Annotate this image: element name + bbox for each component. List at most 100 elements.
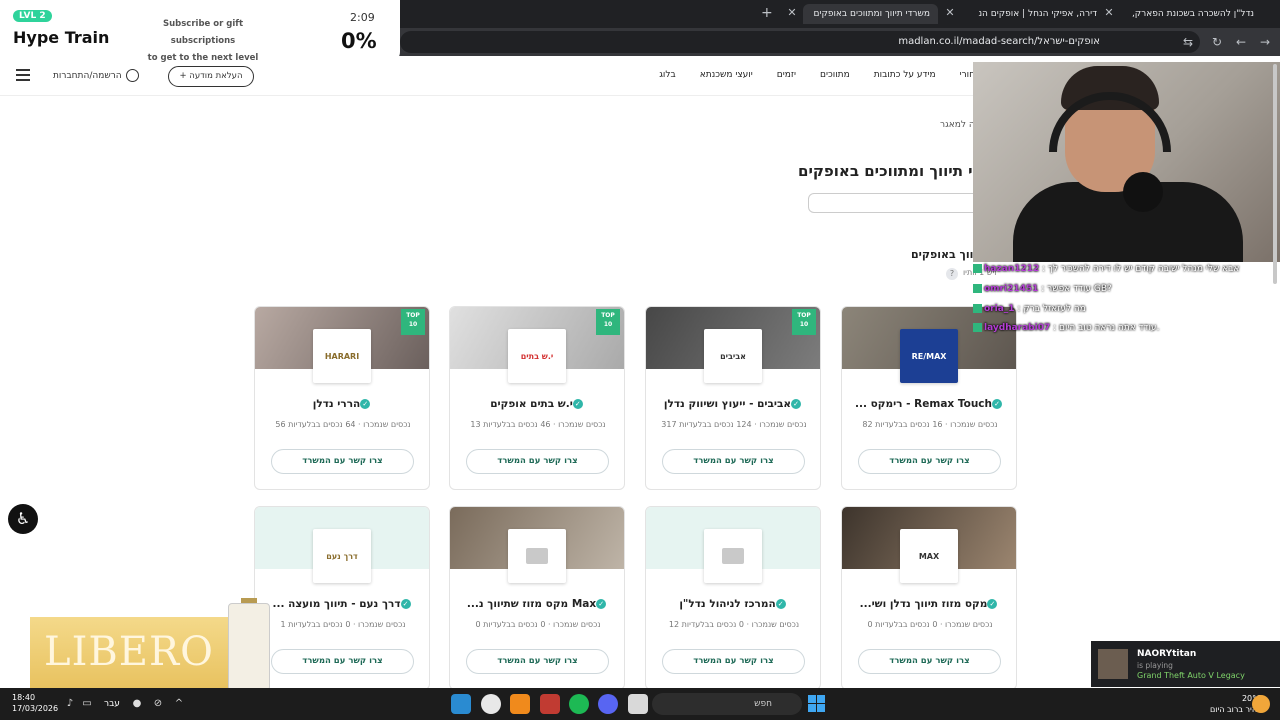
nav-item[interactable]: יועצי משכנתא [700, 70, 753, 80]
chat-message: omri21451 : עודד אפשר GB? [973, 284, 1112, 294]
briefcase-icon [704, 529, 762, 583]
card-name[interactable]: ✓Remax Touch - רימקס ... [842, 398, 1016, 410]
telegram-icon[interactable] [451, 694, 471, 714]
address-bar[interactable]: madlan.co.il/madad-search/אופקים-ישראל [400, 31, 1200, 53]
browser-tab[interactable]: נדל"ן להשכרה בשכונת הפארק, [1124, 4, 1254, 24]
card-name[interactable]: ✓דרך נעם - תיווך מועצה ... [255, 598, 429, 610]
contact-office-button[interactable]: צרו קשר עם המשרד [466, 449, 609, 474]
briefcase-icon [508, 529, 566, 583]
url-text: madlan.co.il/madad-search/אופקים-ישראל [898, 36, 1100, 47]
nav-item[interactable]: מידע על כתובות [874, 70, 936, 80]
back-icon[interactable]: ← [1234, 35, 1248, 49]
breadcrumb[interactable]: ה למאגר [940, 120, 975, 130]
verified-icon: ✓ [992, 399, 1002, 409]
language-indicator[interactable]: עבר [104, 699, 120, 709]
taskbar-clock[interactable]: 18:40 17/03/2026 [12, 692, 58, 714]
card-stats: 56 נכסים שנמכרו · 64 נכסים בבלעדיות [275, 420, 411, 429]
tune-icon[interactable]: ⇆ [1181, 35, 1195, 49]
chevron-up-icon[interactable]: ^ [173, 698, 185, 710]
agency-card[interactable]: TOP 10 י.ש בתים ✓י.ש בתים אופקים 13 נכסי… [449, 306, 625, 490]
card-name[interactable]: ✓הררי נדלן [255, 398, 429, 410]
agency-name: Remax Touch - רימקס ... [855, 398, 992, 410]
nav-item[interactable]: יזמים [777, 70, 796, 80]
scrollbar-thumb[interactable] [1273, 64, 1277, 284]
chat-username: laydharabi07 [984, 323, 1051, 333]
chat-badge-icon [973, 264, 982, 273]
clock-time: 18:40 [12, 693, 36, 702]
agency-name: מקס מזוז תיווך נדלן ושי... [859, 598, 988, 610]
browser-tab-active[interactable]: משרדי תיווך ומתווכים באופקים [803, 4, 938, 24]
agency-card[interactable]: ✓Max מקס מזוז שתיווך נ... 0 נכסים שנמכרו… [449, 506, 625, 690]
login-link[interactable]: הרשמה/התחברות [53, 69, 139, 82]
mute-icon[interactable]: ⊘ [152, 698, 164, 710]
chrome-icon[interactable] [481, 694, 501, 714]
nav-item[interactable]: בלוג [659, 70, 675, 80]
card-name[interactable]: ✓אביבים - ייעוץ ושיווק נדלן [646, 398, 820, 410]
nav-item[interactable]: מתווכים [820, 70, 850, 80]
chat-text: מה לעזאזל ברק [1023, 304, 1086, 314]
agency-card[interactable]: MAX ✓מקס מזוז תיווך נדלן ושי... 0 נכסים … [841, 506, 1017, 690]
windows-start-icon[interactable] [808, 695, 825, 712]
contact-office-button[interactable]: צרו קשר עם המשרד [858, 449, 1001, 474]
agency-name: הררי נדלן [312, 398, 361, 410]
volume-icon[interactable]: ♪ [64, 698, 76, 710]
chat-message: hazan1212 : אבא שלי מנהל ישיבה קודם יש ל… [973, 264, 1239, 274]
taskbar: 18:40 17/03/2026 ♪ ▭ עבר ● ⊘ ^ חפש 20°C … [0, 688, 1280, 720]
app-icon[interactable] [540, 694, 560, 714]
agency-name: י.ש בתים אופקים [490, 398, 573, 410]
contact-office-button[interactable]: צרו קשר עם המשרד [466, 649, 609, 674]
agency-logo: RE/MAX [900, 329, 958, 383]
card-name[interactable]: ✓Max מקס מזוז שתיווך נ... [450, 598, 624, 610]
agency-name: המרכז לניהול נדל"ן [679, 598, 776, 610]
help-icon[interactable]: ? [946, 268, 958, 280]
mic-icon[interactable]: ● [131, 698, 143, 710]
chat-text: אבא שלי מנהל ישיבה קודם יש לו דירה להשכי… [1048, 264, 1240, 274]
avatar [1098, 649, 1128, 679]
discord-icon[interactable] [598, 694, 618, 714]
reload-icon[interactable]: ↻ [1210, 35, 1224, 49]
vlc-icon[interactable] [510, 694, 530, 714]
agency-card[interactable]: TOP 10 HARARI ✓הררי נדלן 56 נכסים שנמכרו… [254, 306, 430, 490]
agency-card[interactable]: TOP 10 אביבים ✓אביבים - ייעוץ ושיווק נדל… [645, 306, 821, 490]
verified-icon: ✓ [987, 599, 998, 609]
agency-card[interactable]: דרך נעם ✓דרך נעם - תיווך מועצה ... 1 נכס… [254, 506, 430, 690]
verified-icon: ✓ [775, 599, 786, 609]
user-icon [125, 69, 139, 82]
hype-timer: 2:09 [350, 11, 375, 24]
page-title: י תיווך ומתווכים באופקים [798, 162, 973, 180]
close-icon[interactable]: ✕ [785, 6, 799, 20]
card-stats: 0 נכסים שנמכרו · 0 נכסים בבלעדיות [867, 620, 993, 629]
new-tab-icon[interactable]: + [761, 5, 773, 21]
agency-name: Max מקס מזוז שתיווך נ... [466, 598, 597, 610]
network-icon[interactable]: ▭ [81, 698, 93, 710]
search-input[interactable] [808, 193, 988, 213]
close-icon[interactable]: ✕ [943, 6, 957, 20]
agency-card[interactable]: RE/MAX ✓Remax Touch - רימקס ... 82 נכסים… [841, 306, 1017, 490]
login-label: הרשמה/התחברות [53, 70, 122, 81]
description-line: to get to the next level [147, 53, 259, 63]
card-stats: 82 נכסים שנמכרו · 16 נכסים בבלעדיות [862, 420, 998, 429]
contact-office-button[interactable]: צרו קשר עם המשרד [662, 449, 805, 474]
agency-name: אביבים - ייעוץ ושיווק נדלן [663, 398, 792, 410]
forward-icon[interactable]: → [1258, 35, 1272, 49]
upload-listing-button[interactable]: + העלאת מודעה [168, 66, 254, 87]
spotify-icon[interactable] [569, 694, 589, 714]
accessibility-icon[interactable]: ♿ [8, 504, 38, 534]
clock-date: 17/03/2026 [12, 704, 59, 713]
agency-card[interactable]: ✓המרכז לניהול נדל"ן 12 נכסים שנמכרו · 0 … [645, 506, 821, 690]
card-name[interactable]: ✓מקס מזוז תיווך נדלן ושי... [842, 598, 1016, 610]
menu-icon[interactable] [16, 69, 30, 81]
taskbar-search[interactable]: חפש [652, 693, 802, 715]
card-name[interactable]: ✓י.ש בתים אופקים [450, 398, 624, 410]
close-icon[interactable]: ✕ [1102, 6, 1116, 20]
contact-office-button[interactable]: צרו קשר עם המשרד [858, 649, 1001, 674]
tab-label: נדל"ן להשכרה בשכונת הפארק, [1131, 9, 1254, 19]
file-explorer-icon[interactable] [628, 694, 648, 714]
contact-office-button[interactable]: צרו קשר עם המשרד [271, 449, 414, 474]
contact-office-button[interactable]: צרו קשר עם המשרד [662, 649, 805, 674]
top10-badge: TOP 10 [596, 309, 620, 335]
browser-tab[interactable]: דירה, אפיקי הנחל | אופקים הנ [962, 4, 1097, 24]
verified-icon: ✓ [791, 399, 802, 409]
contact-office-button[interactable]: צרו קשר עם המשרד [271, 649, 414, 674]
card-name[interactable]: ✓המרכז לניהול נדל"ן [646, 598, 820, 610]
